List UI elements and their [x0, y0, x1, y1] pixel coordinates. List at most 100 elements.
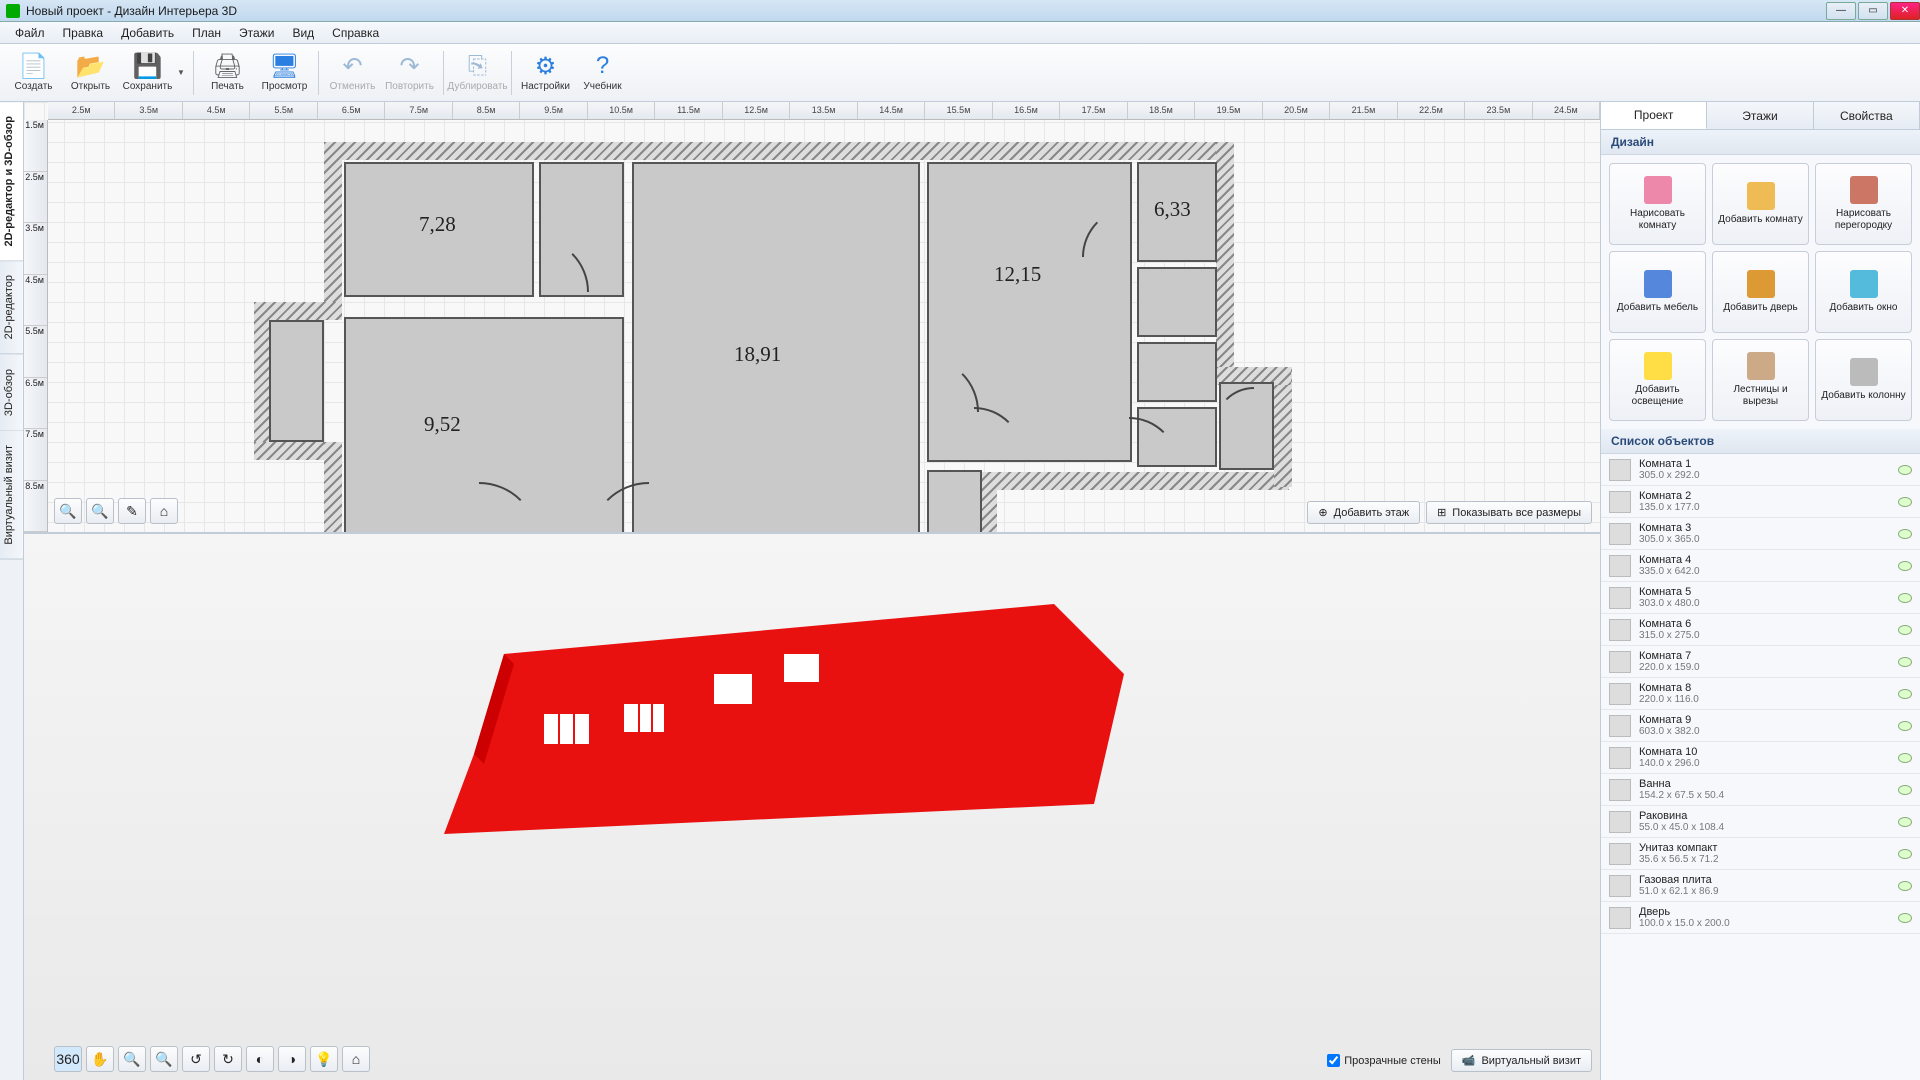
visibility-toggle-icon[interactable]: [1898, 529, 1912, 539]
home-3d-button[interactable]: ⌂: [342, 1046, 370, 1072]
close-button[interactable]: ✕: [1890, 2, 1920, 20]
design-button[interactable]: Добавить комнату: [1712, 163, 1809, 245]
visibility-toggle-icon[interactable]: [1898, 593, 1912, 603]
menu-Вид[interactable]: Вид: [283, 24, 323, 42]
visibility-toggle-icon[interactable]: [1898, 625, 1912, 635]
design-button[interactable]: Добавить колонну: [1815, 339, 1912, 421]
object-row[interactable]: Комната 2135.0 x 177.0: [1601, 486, 1920, 518]
visibility-toggle-icon[interactable]: [1898, 881, 1912, 891]
room-3[interactable]: [927, 162, 1132, 462]
toolbar-redo-button[interactable]: ↷Повторить: [382, 48, 437, 98]
visibility-toggle-icon[interactable]: [1898, 689, 1912, 699]
visibility-toggle-icon[interactable]: [1898, 657, 1912, 667]
toolbar-undo-button[interactable]: ↶Отменить: [325, 48, 380, 98]
toolbar-save-button[interactable]: 💾Сохранить: [120, 48, 175, 98]
view-mode-2-button[interactable]: ◑: [278, 1046, 306, 1072]
object-row[interactable]: Комната 7220.0 x 159.0: [1601, 646, 1920, 678]
design-button[interactable]: Нарисовать перегородку: [1815, 163, 1912, 245]
menu-Этажи[interactable]: Этажи: [230, 24, 283, 42]
rtab-Этажи[interactable]: Этажи: [1707, 102, 1813, 129]
maximize-button[interactable]: ▭: [1858, 2, 1888, 20]
toolbar: 📄Создать📂Открыть💾Сохранить▼ 🖨Печать🖥Просм…: [0, 44, 1920, 102]
home-button[interactable]: ⌂: [150, 498, 178, 524]
zoom-out-button[interactable]: 🔍: [54, 498, 82, 524]
design-button[interactable]: Добавить мебель: [1609, 251, 1706, 333]
visibility-toggle-icon[interactable]: [1898, 721, 1912, 731]
transparent-walls-checkbox[interactable]: Прозрачные стены: [1327, 1054, 1440, 1067]
save-icon: 💾: [134, 53, 162, 79]
design-button[interactable]: Добавить окно: [1815, 251, 1912, 333]
object-row[interactable]: Газовая плита51.0 x 62.1 x 86.9: [1601, 870, 1920, 902]
design-button[interactable]: Нарисовать комнату: [1609, 163, 1706, 245]
vtab-2[interactable]: 3D-обзор: [0, 355, 23, 431]
design-button[interactable]: Добавить освещение: [1609, 339, 1706, 421]
object-row[interactable]: Ванна154.2 x 67.5 x 50.4: [1601, 774, 1920, 806]
object-row[interactable]: Унитаз компакт35.6 x 56.5 x 71.2: [1601, 838, 1920, 870]
rotate-right-button[interactable]: ↻: [214, 1046, 242, 1072]
ruler-tick: 13.5м: [790, 102, 857, 119]
toolbar-open-button[interactable]: 📂Открыть: [63, 48, 118, 98]
visibility-toggle-icon[interactable]: [1898, 785, 1912, 795]
room-bath1[interactable]: [1137, 267, 1217, 337]
visibility-toggle-icon[interactable]: [1898, 817, 1912, 827]
toolbar-create-button[interactable]: 📄Создать: [6, 48, 61, 98]
menu-Справка[interactable]: Справка: [323, 24, 388, 42]
object-row[interactable]: Комната 4335.0 x 642.0: [1601, 550, 1920, 582]
visibility-toggle-icon[interactable]: [1898, 913, 1912, 923]
vtab-1[interactable]: 2D-редактор: [0, 261, 23, 354]
canvas-3d[interactable]: 360 ✋ 🔍 🔍 ↺ ↻ ◐ ◑ 💡 ⌂ Прозрачные стены 📹…: [24, 532, 1600, 1080]
toolbar-tutorial-button[interactable]: ?Учебник: [575, 48, 630, 98]
rtab-Проект[interactable]: Проект: [1601, 102, 1707, 129]
zoom-out-3d-button[interactable]: 🔍: [118, 1046, 146, 1072]
object-row[interactable]: Комната 6315.0 x 275.0: [1601, 614, 1920, 646]
object-list[interactable]: Комната 1305.0 x 292.0Комната 2135.0 x 1…: [1601, 454, 1920, 1080]
vtab-0[interactable]: 2D-редактор и 3D-обзор: [0, 102, 23, 261]
visibility-toggle-icon[interactable]: [1898, 465, 1912, 475]
3d-model[interactable]: [434, 574, 1134, 844]
menu-Добавить[interactable]: Добавить: [112, 24, 183, 42]
vtab-3[interactable]: Виртуальный визит: [0, 431, 23, 560]
toolbar-settings-button[interactable]: ⚙Настройки: [518, 48, 573, 98]
visibility-toggle-icon[interactable]: [1898, 497, 1912, 507]
zoom-in-button[interactable]: 🔍: [86, 498, 114, 524]
visibility-toggle-icon[interactable]: [1898, 753, 1912, 763]
save-dropdown[interactable]: ▼: [175, 48, 187, 98]
toolbar-dup-button[interactable]: ⎘Дублировать: [450, 48, 505, 98]
visibility-toggle-icon[interactable]: [1898, 849, 1912, 859]
room-bath2[interactable]: [1137, 342, 1217, 402]
object-row[interactable]: Комната 5303.0 x 480.0: [1601, 582, 1920, 614]
object-row[interactable]: Дверь100.0 x 15.0 x 200.0: [1601, 902, 1920, 934]
virtual-visit-button[interactable]: 📹Виртуальный визит: [1451, 1049, 1592, 1072]
room-hall-bottom[interactable]: [927, 470, 982, 532]
menu-Файл[interactable]: Файл: [6, 24, 54, 42]
room-balcony-left[interactable]: [269, 320, 324, 442]
design-button[interactable]: Лестницы и вырезы: [1712, 339, 1809, 421]
toolbar-print-button[interactable]: 🖨Печать: [200, 48, 255, 98]
design-button[interactable]: Добавить дверь: [1712, 251, 1809, 333]
menu-Правка[interactable]: Правка: [54, 24, 113, 42]
light-button[interactable]: 💡: [310, 1046, 338, 1072]
zoom-in-3d-button[interactable]: 🔍: [150, 1046, 178, 1072]
rotate-360-button[interactable]: 360: [54, 1046, 82, 1072]
add-floor-button[interactable]: ⊕Добавить этаж: [1307, 501, 1420, 524]
menu-План[interactable]: План: [183, 24, 230, 42]
floor-plan[interactable]: 7,28 18,91 12,15 6,33 9,52: [324, 142, 1244, 532]
object-row[interactable]: Комната 9603.0 x 382.0: [1601, 710, 1920, 742]
object-row[interactable]: Комната 3305.0 x 365.0: [1601, 518, 1920, 550]
rotate-left-button[interactable]: ↺: [182, 1046, 210, 1072]
object-row[interactable]: Комната 1305.0 x 292.0: [1601, 454, 1920, 486]
canvas-2d[interactable]: 2.5м3.5м4.5м5.5м6.5м7.5м8.5м9.5м10.5м11.…: [24, 102, 1600, 532]
object-row[interactable]: Комната 10140.0 x 296.0: [1601, 742, 1920, 774]
pencil-button[interactable]: ✎: [118, 498, 146, 524]
object-row[interactable]: Раковина55.0 x 45.0 x 108.4: [1601, 806, 1920, 838]
rtab-Свойства[interactable]: Свойства: [1814, 102, 1920, 129]
object-row[interactable]: Комната 8220.0 x 116.0: [1601, 678, 1920, 710]
ruler-tick: 7.5м: [385, 102, 452, 119]
minimize-button[interactable]: —: [1826, 2, 1856, 20]
view-mode-1-button[interactable]: ◐: [246, 1046, 274, 1072]
pan-button[interactable]: ✋: [86, 1046, 114, 1072]
design-icon: [1644, 176, 1672, 204]
show-sizes-button[interactable]: ⊞Показывать все размеры: [1426, 501, 1592, 524]
toolbar-preview-button[interactable]: 🖥Просмотр: [257, 48, 312, 98]
visibility-toggle-icon[interactable]: [1898, 561, 1912, 571]
